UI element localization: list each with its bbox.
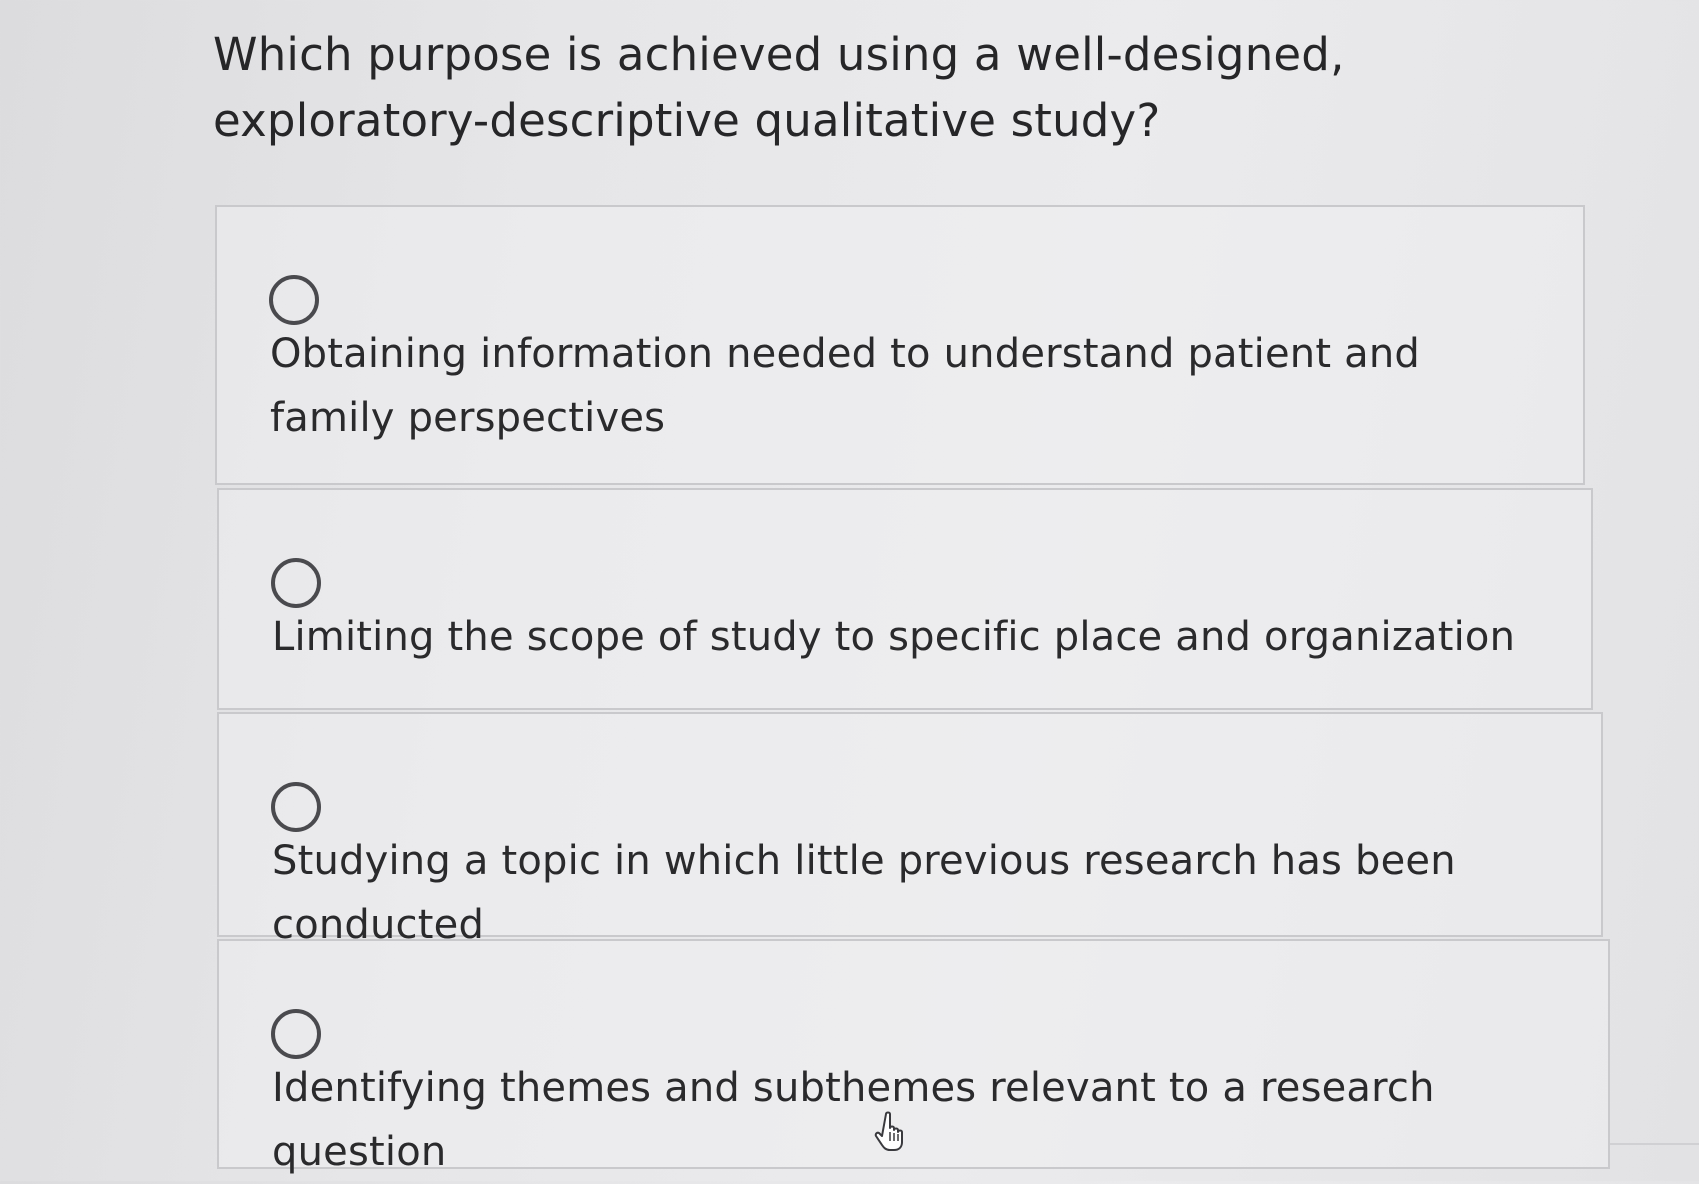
- answer-option-4-label: Identifying themes and subthemes relevan…: [272, 1065, 1435, 1175]
- quiz-page: Which purpose is achieved using a well-d…: [0, 0, 1699, 1181]
- question-text: Which purpose is achieved using a well-d…: [213, 28, 1345, 147]
- divider: [1610, 1143, 1699, 1145]
- answer-option-1-label: Obtaining information needed to understa…: [270, 331, 1420, 441]
- radio-button-3[interactable]: [271, 782, 321, 832]
- answer-option-3[interactable]: Studying a topic in which little previou…: [217, 712, 1603, 948]
- radio-button-2[interactable]: [271, 558, 321, 608]
- answer-option-3-label: Studying a topic in which little previou…: [272, 838, 1456, 948]
- answer-option-2[interactable]: Limiting the scope of study to specific …: [217, 488, 1593, 710]
- radio-button-1[interactable]: [269, 275, 319, 325]
- hand-pointer-icon: [874, 1111, 903, 1151]
- answer-option-2-label: Limiting the scope of study to specific …: [272, 614, 1516, 660]
- radio-button-4[interactable]: [271, 1009, 321, 1059]
- answer-option-1[interactable]: Obtaining information needed to understa…: [215, 205, 1585, 485]
- answer-option-4[interactable]: Identifying themes and subthemes relevan…: [217, 939, 1610, 1175]
